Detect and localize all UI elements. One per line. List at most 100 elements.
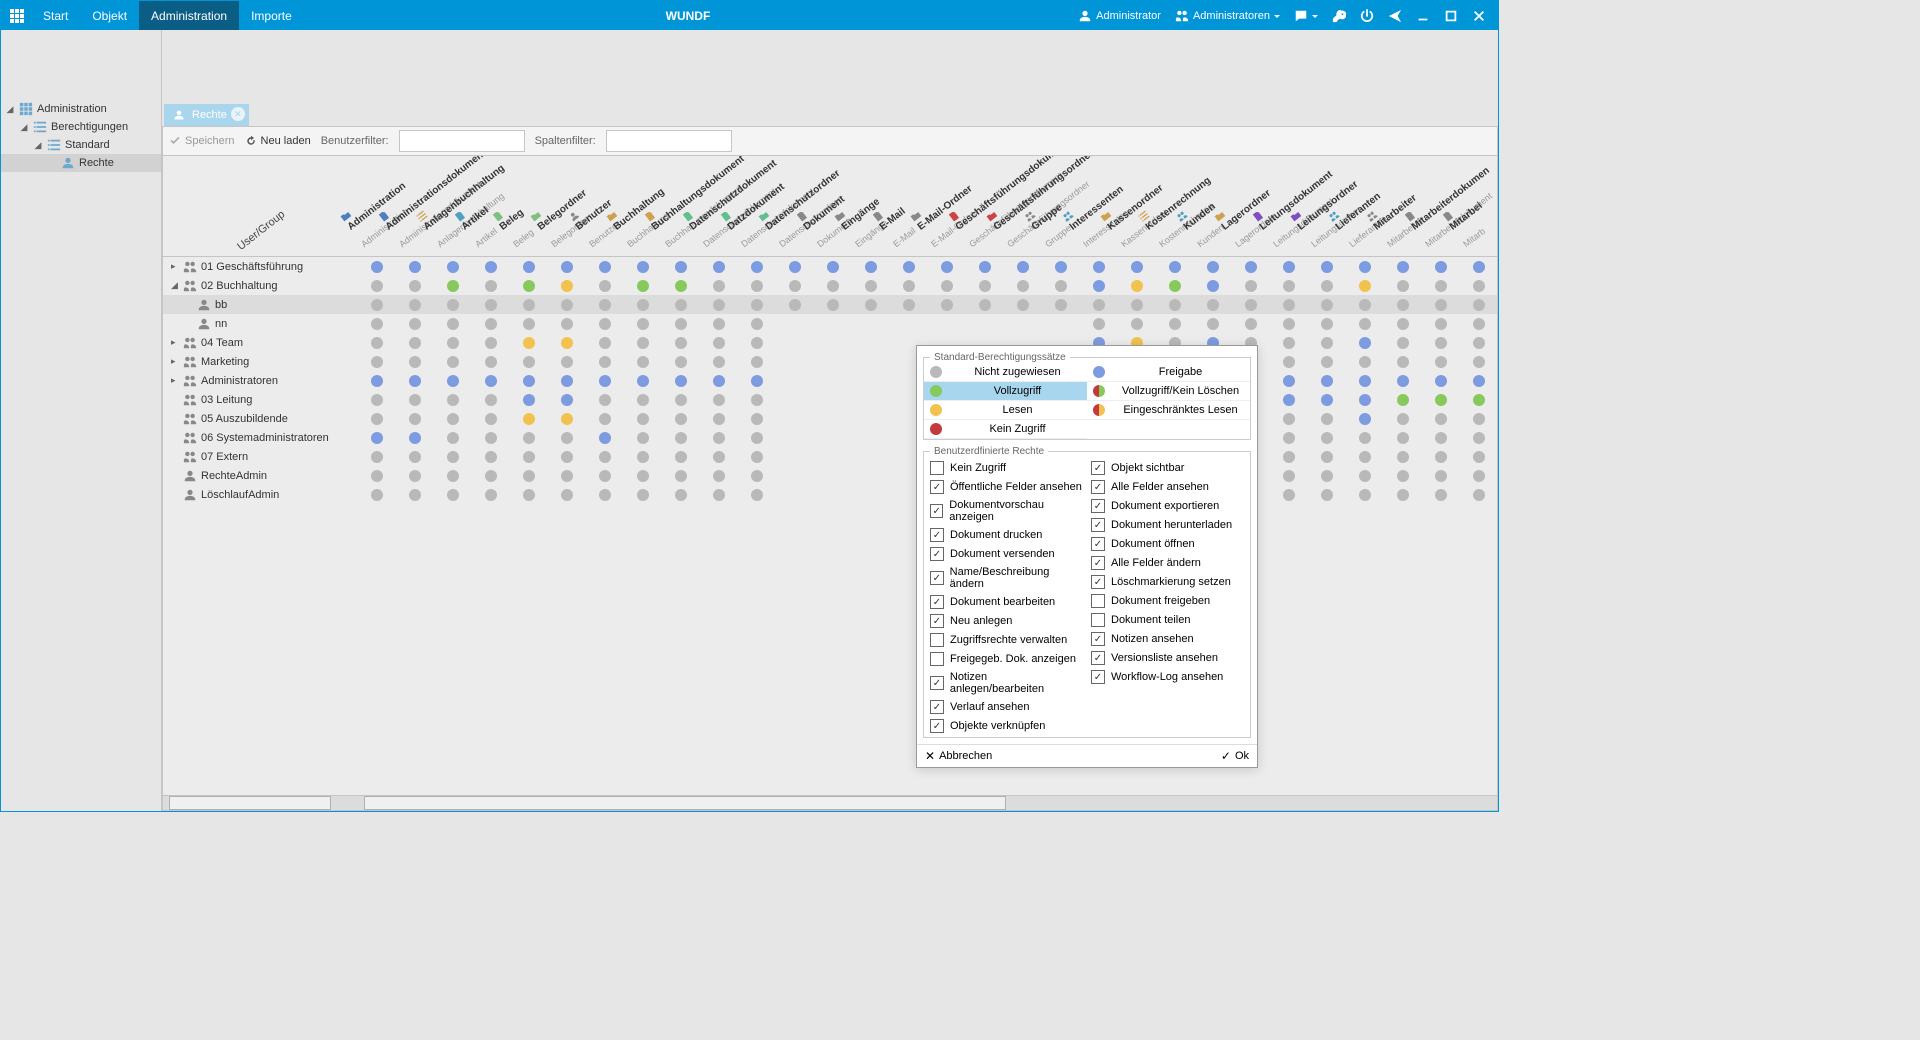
permission-cell[interactable] (1460, 428, 1498, 447)
permission-cell[interactable] (396, 371, 434, 390)
permission-cell[interactable] (1346, 390, 1384, 409)
row-header[interactable]: 03 Leitung (163, 390, 358, 409)
permission-cell[interactable] (1460, 333, 1498, 352)
permission-cell[interactable] (586, 295, 624, 314)
permission-cell[interactable] (1422, 314, 1460, 333)
permission-cell[interactable] (852, 428, 890, 447)
right-checkbox[interactable]: ✓Löschmarkierung setzen (1091, 575, 1244, 589)
right-checkbox[interactable]: ✓Öffentliche Felder ansehen (930, 480, 1083, 494)
permission-cell[interactable] (966, 314, 1004, 333)
permission-cell[interactable] (738, 257, 776, 276)
permission-cell[interactable] (814, 485, 852, 504)
permission-cell[interactable] (890, 314, 928, 333)
permission-cell[interactable] (358, 314, 396, 333)
permission-cell[interactable] (1422, 276, 1460, 295)
permission-cell[interactable] (586, 352, 624, 371)
permission-cell[interactable] (852, 485, 890, 504)
permission-cell[interactable] (890, 276, 928, 295)
permission-cell[interactable] (1460, 485, 1498, 504)
permission-cell[interactable] (852, 447, 890, 466)
permission-cell[interactable] (662, 409, 700, 428)
permission-cell[interactable] (1384, 352, 1422, 371)
permission-cell[interactable] (738, 352, 776, 371)
permission-cell[interactable] (358, 466, 396, 485)
current-group[interactable]: Administratoren (1169, 9, 1286, 23)
permission-cell[interactable] (358, 257, 396, 276)
permission-cell[interactable] (1270, 447, 1308, 466)
permission-cell[interactable] (1270, 314, 1308, 333)
permission-cell[interactable] (738, 314, 776, 333)
permission-cell[interactable] (472, 314, 510, 333)
permission-cell[interactable] (852, 371, 890, 390)
permission-cell[interactable] (1270, 428, 1308, 447)
permission-cell[interactable] (700, 314, 738, 333)
reload-button[interactable]: Neu laden (245, 135, 311, 147)
permission-cell[interactable] (738, 276, 776, 295)
permission-cell[interactable] (1118, 295, 1156, 314)
right-checkbox[interactable]: ✓Dokument drucken (930, 528, 1083, 542)
right-checkbox[interactable]: ✓Workflow-Log ansehen (1091, 670, 1244, 684)
permission-cell[interactable] (358, 333, 396, 352)
permission-cell[interactable] (852, 466, 890, 485)
row-header[interactable]: 07 Extern (163, 447, 358, 466)
permission-cell[interactable] (548, 409, 586, 428)
ok-button[interactable]: ✓Ok (1221, 749, 1249, 763)
key-button[interactable] (1326, 9, 1352, 23)
permission-cell[interactable] (1384, 314, 1422, 333)
permission-cell[interactable] (662, 447, 700, 466)
permission-cell[interactable] (1346, 371, 1384, 390)
permission-cell[interactable] (396, 257, 434, 276)
row-header[interactable]: ▸01 Geschäftsführung (163, 257, 358, 276)
permission-cell[interactable] (358, 276, 396, 295)
permission-cell[interactable] (586, 371, 624, 390)
permission-cell[interactable] (624, 295, 662, 314)
permission-cell[interactable] (396, 447, 434, 466)
window-minimize[interactable] (1410, 9, 1436, 23)
permission-cell[interactable] (396, 276, 434, 295)
permission-cell[interactable] (434, 276, 472, 295)
tree-node[interactable]: ◢Berechtigungen (1, 118, 161, 136)
permission-cell[interactable] (1308, 485, 1346, 504)
permission-cell[interactable] (814, 257, 852, 276)
permission-cell[interactable] (1042, 257, 1080, 276)
row-header[interactable]: 06 Systemadministratoren (163, 428, 358, 447)
permission-cell[interactable] (1308, 295, 1346, 314)
permission-cell[interactable] (662, 314, 700, 333)
permission-cell[interactable] (396, 409, 434, 428)
row-header[interactable]: ◢02 Buchhaltung (163, 276, 358, 295)
permission-cell[interactable] (586, 409, 624, 428)
permission-cell[interactable] (624, 485, 662, 504)
permission-cell[interactable] (1156, 276, 1194, 295)
permission-cell[interactable] (1346, 447, 1384, 466)
permission-cell[interactable] (624, 409, 662, 428)
permission-cell[interactable] (1460, 390, 1498, 409)
permission-cell[interactable] (662, 485, 700, 504)
permission-cell[interactable] (548, 390, 586, 409)
permission-cell[interactable] (358, 295, 396, 314)
permission-cell[interactable] (1346, 466, 1384, 485)
permission-cell[interactable] (624, 371, 662, 390)
permission-cell[interactable] (510, 390, 548, 409)
permission-cell[interactable] (966, 276, 1004, 295)
permission-cell[interactable] (1384, 428, 1422, 447)
send-button[interactable] (1382, 9, 1408, 23)
permission-cell[interactable] (1080, 276, 1118, 295)
permission-cell[interactable] (966, 295, 1004, 314)
permission-cell[interactable] (586, 390, 624, 409)
permission-cell[interactable] (396, 295, 434, 314)
permission-cell[interactable] (396, 466, 434, 485)
permission-cell[interactable] (510, 257, 548, 276)
permission-cell[interactable] (624, 428, 662, 447)
permission-cell[interactable] (1232, 314, 1270, 333)
hscroll-left[interactable] (163, 795, 358, 810)
permission-cell[interactable] (586, 333, 624, 352)
right-checkbox[interactable]: Dokument freigeben (1091, 594, 1244, 608)
permission-cell[interactable] (358, 447, 396, 466)
permission-cell[interactable] (1422, 485, 1460, 504)
permission-cell[interactable] (738, 428, 776, 447)
permission-cell[interactable] (586, 276, 624, 295)
permission-cell[interactable] (434, 485, 472, 504)
permission-cell[interactable] (1422, 257, 1460, 276)
menu-objekt[interactable]: Objekt (80, 1, 139, 30)
permission-cell[interactable] (1384, 276, 1422, 295)
